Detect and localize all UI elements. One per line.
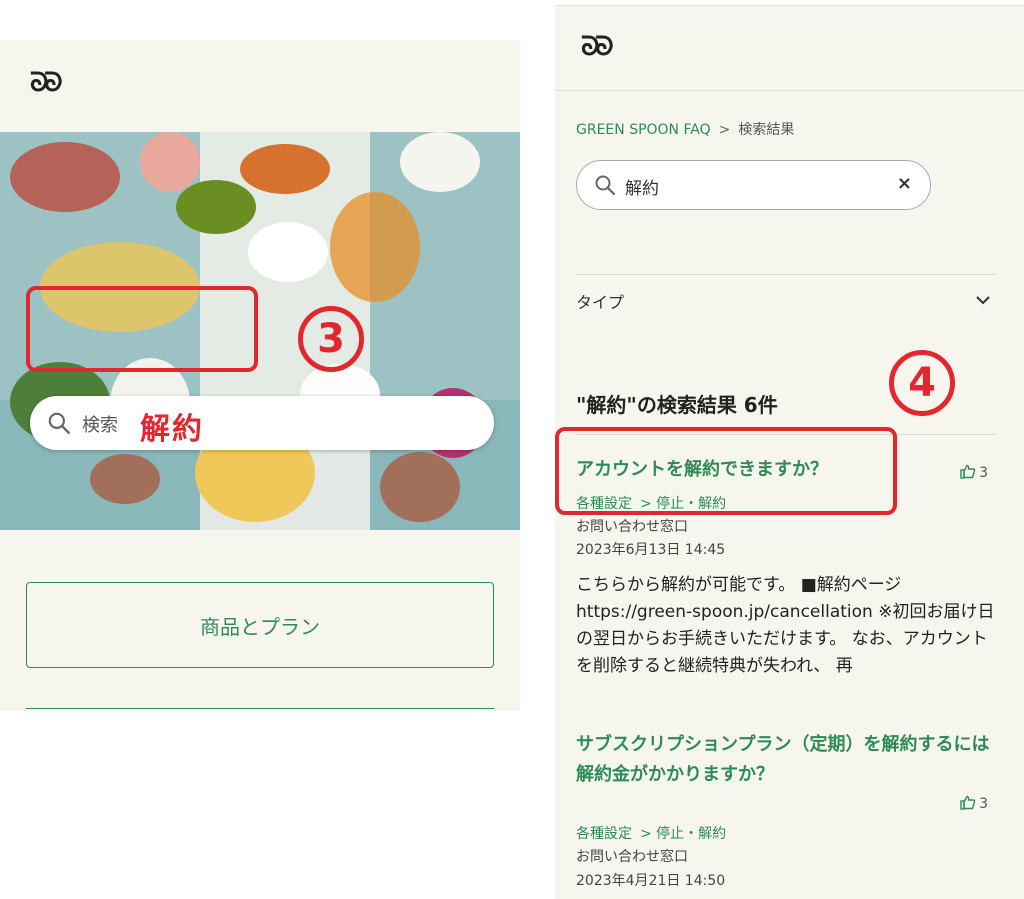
next-button-edge	[26, 708, 494, 711]
brand-logo[interactable]: ᘐᘐ	[30, 68, 63, 99]
like-count[interactable]: 3	[960, 795, 988, 812]
results-heading: "解約"の検索結果 6件	[576, 393, 778, 417]
chevron-down-icon	[976, 296, 990, 305]
flower-vase-image	[330, 192, 420, 302]
search-value: 解約	[625, 179, 659, 199]
right-screen: ᘐᘐ GREEN SPOON FAQ > 検索結果 解約 × タイプ 4 "解約"の…	[555, 5, 1024, 899]
step-number-badge: 3	[298, 306, 364, 372]
category-link[interactable]: 各種設定	[576, 826, 632, 842]
annotation-highlight-box	[26, 286, 258, 372]
result-snippet: こちらから解約が可能です。 ■解約ページ https://green-spoon…	[576, 575, 995, 676]
type-filter-label: タイプ	[576, 293, 625, 312]
result-date: 2023年4月21日 14:50	[576, 873, 726, 889]
hand-image	[90, 454, 160, 504]
like-count-value: 3	[979, 465, 988, 481]
products-plans-button[interactable]: 商品とプラン	[26, 582, 494, 668]
brand-logo[interactable]: ᘐᘐ	[581, 32, 614, 63]
smoothie-cup-image	[140, 132, 200, 192]
left-screen: ᘐᘐ 検索 解約 3 商品とプラン	[0, 40, 520, 711]
like-count-value: 3	[979, 796, 988, 812]
soup-bowl-image	[240, 144, 330, 194]
fruit-plate-image	[10, 142, 120, 212]
salad-bowl-image	[176, 180, 256, 234]
search-input[interactable]: 解約 ×	[576, 160, 931, 210]
like-count[interactable]: 3	[960, 464, 988, 481]
pitcher-image	[248, 222, 328, 282]
result-category[interactable]: 各種設定 > 停止・解約	[576, 823, 726, 843]
clear-icon[interactable]: ×	[897, 173, 912, 194]
step-number-badge: 4	[889, 350, 955, 416]
breadcrumb-current: 検索結果	[738, 122, 795, 138]
result-author: お問い合わせ窓口	[576, 849, 688, 865]
result-title-link[interactable]: サブスクリプションプラン（定期）を解約するには解約金がかかりますか？	[576, 730, 1001, 790]
search-typed-text: 解約	[140, 412, 204, 447]
thumbs-up-icon	[960, 795, 976, 810]
search-icon	[595, 175, 616, 196]
search-placeholder: 検索	[82, 415, 118, 436]
header-divider	[555, 90, 1024, 91]
result-date: 2023年6月13日 14:45	[576, 542, 726, 558]
type-filter-dropdown[interactable]: タイプ	[576, 274, 996, 324]
result-author: お問い合わせ窓口	[576, 519, 688, 535]
annotation-highlight-box	[555, 427, 897, 515]
hand-image	[380, 452, 460, 522]
breadcrumb-separator: >	[718, 122, 731, 138]
breadcrumb-home-link[interactable]: GREEN SPOON FAQ	[576, 122, 711, 138]
search-icon	[48, 412, 70, 434]
breadcrumb: GREEN SPOON FAQ > 検索結果	[576, 119, 794, 139]
subcategory-link[interactable]: > 停止・解約	[640, 826, 726, 842]
thumbs-up-icon	[960, 464, 976, 479]
hero-search-bar[interactable]: 検索 解約	[30, 396, 494, 450]
flowers-image	[400, 132, 480, 192]
